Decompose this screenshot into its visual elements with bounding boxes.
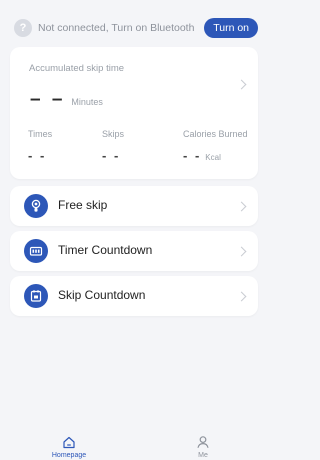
tab-me[interactable]: Me: [163, 430, 243, 460]
stat-skips-value: - -: [102, 148, 121, 163]
accumulated-time-value: – – Minutes: [30, 89, 103, 111]
stat-calories-unit: Kcal: [205, 153, 221, 162]
tab-homepage[interactable]: Homepage: [29, 430, 109, 460]
mode-skip-countdown[interactable]: Skip Countdown: [10, 276, 258, 316]
turn-on-bluetooth-button[interactable]: Turn on: [204, 18, 258, 38]
mode-timer-countdown[interactable]: Timer Countdown: [10, 231, 258, 271]
chevron-right-icon: [236, 246, 247, 257]
bluetooth-message: Not connected, Turn on Bluetooth: [38, 22, 195, 34]
mode-timer-countdown-label: Timer Countdown: [58, 243, 153, 257]
accumulated-time-unit: Minutes: [71, 97, 103, 107]
bluetooth-notice: ? Not connected, Turn on Bluetooth Turn …: [14, 16, 258, 40]
accumulated-time-label: Accumulated skip time: [29, 63, 125, 74]
stat-skips-label: Skips: [102, 129, 125, 139]
status-bar: [0, 0, 264, 8]
mode-skip-countdown-label: Skip Countdown: [58, 288, 146, 302]
stat-calories-label: Calories Burned: [183, 129, 248, 139]
stat-times-label: Times: [28, 129, 53, 139]
counter-icon: [24, 284, 48, 308]
chevron-right-icon: [236, 79, 247, 90]
chevron-right-icon: [236, 291, 247, 302]
home-icon: [63, 436, 75, 449]
tab-homepage-label: Homepage: [51, 452, 87, 459]
stat-times-value: - -: [28, 148, 47, 163]
rope-icon: [24, 194, 48, 218]
tab-me-label: Me: [198, 452, 208, 459]
help-icon[interactable]: ?: [14, 19, 32, 37]
bottom-tab-bar: Homepage Me: [0, 430, 264, 460]
chevron-right-icon: [236, 201, 247, 212]
skip-summary-card[interactable]: Accumulated skip time – – Minutes Times …: [10, 47, 258, 179]
timer-icon: [24, 239, 48, 263]
stat-calories-value: - - Kcal: [183, 148, 221, 163]
stat-calories-number: - -: [183, 148, 202, 163]
mode-free-skip-label: Free skip: [58, 198, 108, 212]
accumulated-time-number: – –: [30, 89, 66, 110]
mode-free-skip[interactable]: Free skip: [10, 186, 258, 226]
person-icon: [197, 436, 209, 448]
